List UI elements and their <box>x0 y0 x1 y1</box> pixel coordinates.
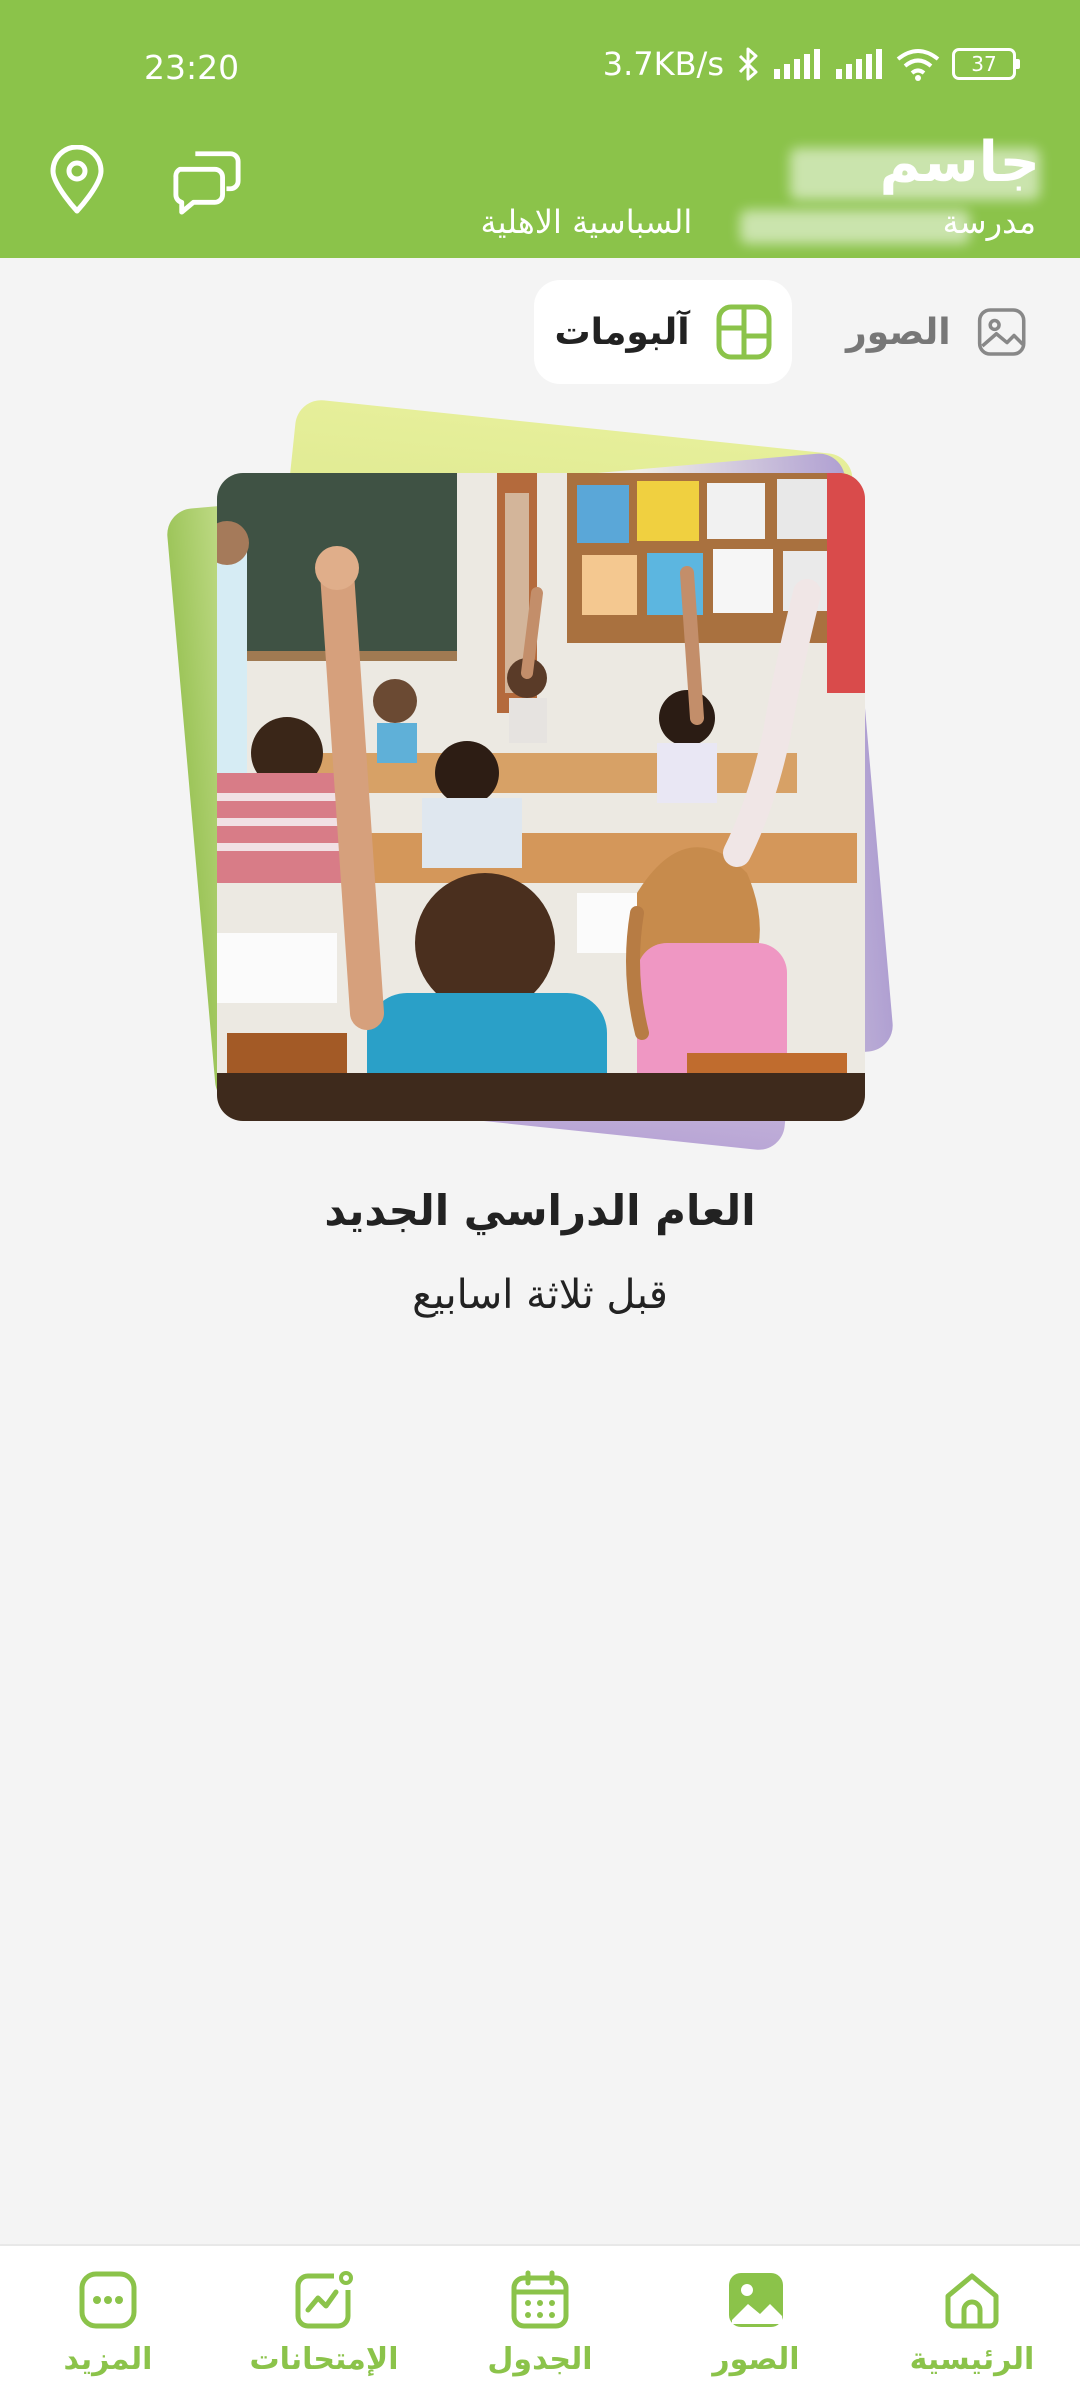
view-tabs: آلبومات الصور <box>0 280 1080 384</box>
chart-icon <box>295 2271 353 2329</box>
nav-photos[interactable]: الصور <box>666 2270 846 2390</box>
nav-schedule[interactable]: الجدول <box>450 2270 630 2390</box>
redacted-name <box>790 148 1040 200</box>
album-title: العام الدراسي الجديد <box>324 1186 756 1235</box>
home-icon <box>945 2273 999 2329</box>
nav-home[interactable]: الرئيسية <box>882 2270 1062 2390</box>
status-time: 23:20 <box>144 48 240 87</box>
nav-home-label: الرئيسية <box>909 2342 1035 2377</box>
network-speed: 3.7KB/s <box>602 45 724 83</box>
tab-photos-label: الصور <box>846 311 951 353</box>
tab-albums[interactable]: آلبومات <box>534 280 792 384</box>
wifi-icon <box>896 49 940 81</box>
tab-photos[interactable]: الصور <box>846 280 1026 384</box>
tab-albums-label: آلبومات <box>554 311 690 353</box>
image-icon <box>977 308 1026 356</box>
battery-level: 37 <box>971 52 997 76</box>
photo-icon <box>729 2273 783 2327</box>
album-date: قبل ثلاثة اسابيع <box>412 1272 668 1318</box>
calendar-icon <box>511 2270 569 2329</box>
battery-icon: 37 <box>952 48 1020 80</box>
app-header: 23:20 3.7KB/s 37 مدرسة السباسية الاهلية <box>0 0 1080 258</box>
nav-exams-label: الإمتحانات <box>249 2342 399 2377</box>
nav-photos-label: الصور <box>712 2342 800 2377</box>
grid-icon <box>716 304 772 360</box>
signal-icon <box>836 49 882 79</box>
chat-icon[interactable] <box>172 145 242 215</box>
nav-more[interactable]: المزيد <box>18 2270 198 2390</box>
bottom-nav: الرئيسية الصور الجدول الإمتحانات المزيد <box>0 2244 1080 2402</box>
redacted-school <box>740 210 970 244</box>
location-icon[interactable] <box>42 145 112 215</box>
album-cover-photo <box>217 473 865 1121</box>
signal-icon <box>774 49 820 79</box>
bluetooth-icon <box>738 47 758 81</box>
more-icon <box>79 2271 137 2329</box>
nav-schedule-label: الجدول <box>487 2342 593 2377</box>
status-bar-right: 3.7KB/s 37 <box>603 44 1020 84</box>
nav-more-label: المزيد <box>63 2342 153 2377</box>
nav-exams[interactable]: الإمتحانات <box>234 2270 414 2390</box>
album-card[interactable] <box>165 397 910 1180</box>
